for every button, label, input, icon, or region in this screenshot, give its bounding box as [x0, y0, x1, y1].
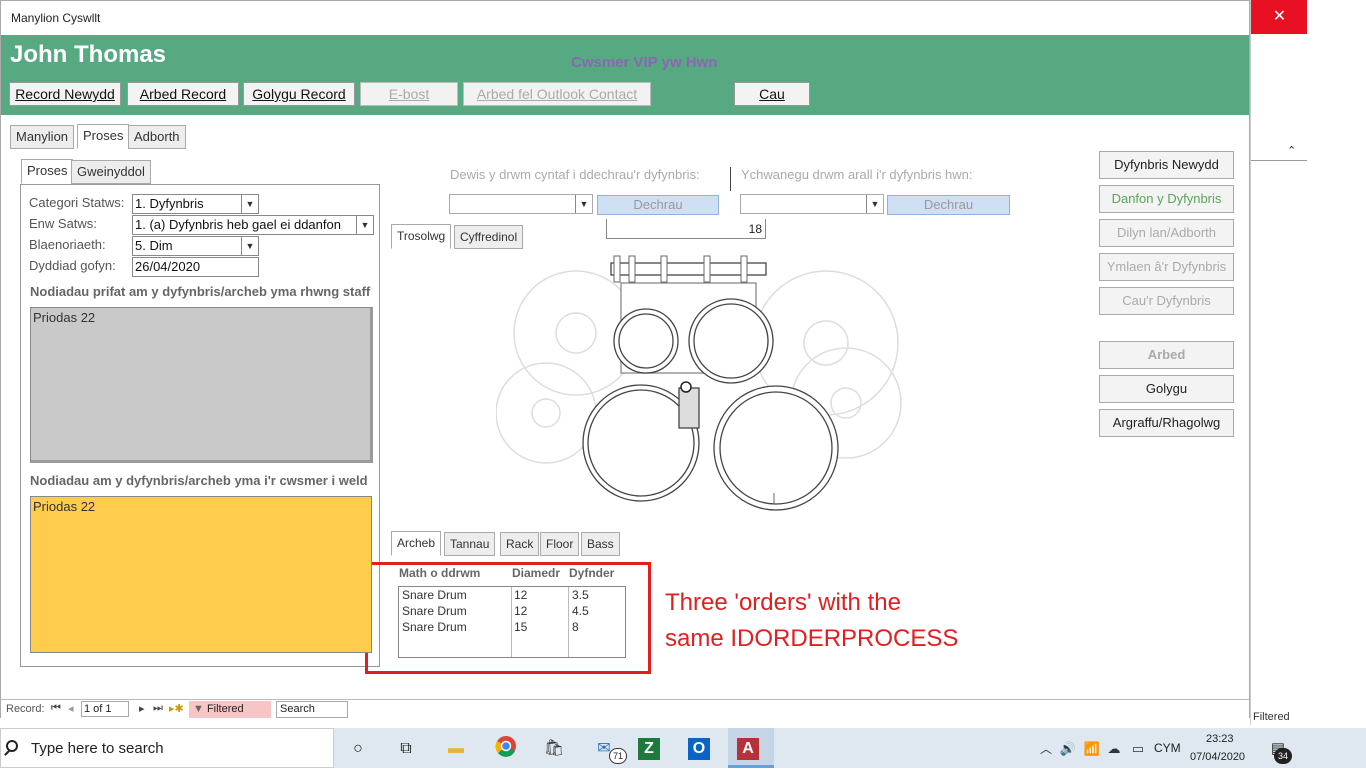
status-name-select[interactable]: 1. (a) Dyfynbris heb gael ei ddanfon ▼ — [132, 215, 374, 235]
header-bar: John Thomas Cwsmer VIP yw Hwn Record New… — [1, 35, 1249, 115]
window-title: Manylion Cyswllt — [1, 1, 1249, 35]
previous-record-icon[interactable]: ◂ — [68, 702, 74, 715]
start-button[interactable]: Dechrau — [597, 195, 719, 215]
background-filtered-label: Filtered — [1253, 711, 1290, 723]
tab-floor[interactable]: Floor — [540, 532, 580, 556]
priority-select[interactable]: 5. Dim ▼ — [132, 236, 259, 256]
divider — [730, 167, 731, 191]
language-indicator[interactable]: CYM — [1154, 741, 1181, 755]
status-name-value: 1. (a) Dyfynbris heb gael ei ddanfon — [135, 217, 341, 232]
last-record-icon[interactable]: ⏭ — [153, 702, 163, 715]
next-record-icon[interactable]: ▸ — [139, 702, 145, 715]
customer-name: John Thomas — [10, 41, 167, 68]
private-notes-field[interactable]: Priodas 22 — [30, 307, 373, 463]
new-record-icon[interactable]: ▸✱ — [169, 702, 184, 715]
add-drum-label: Ychwanegu drwm arall i'r dyfynbris hwn: — [741, 167, 973, 182]
send-quote-button[interactable]: Danfon y Dyfynbris — [1099, 185, 1234, 213]
battery-icon[interactable]: ▭ — [1124, 735, 1152, 763]
chevron-down-icon[interactable]: ▼ — [241, 237, 258, 255]
mail-badge: 71 — [609, 748, 627, 764]
clock-time[interactable]: 23:23 — [1206, 733, 1234, 745]
tab-archeb[interactable]: Archeb — [391, 531, 442, 556]
start-button-2[interactable]: Dechrau — [887, 195, 1010, 215]
tab-cyffredinol[interactable]: Cyffredinol — [454, 225, 524, 249]
chevron-down-icon[interactable]: ▼ — [575, 195, 592, 213]
cortana-icon[interactable]: ○ — [344, 735, 372, 763]
annotation-text: Three 'orders' with the same IDORDERPROC… — [665, 585, 958, 657]
save-button[interactable]: Arbed — [1099, 341, 1234, 369]
tab-proses[interactable]: Proses — [77, 124, 130, 149]
subtab-proses[interactable]: Proses — [21, 159, 74, 184]
customer-notes-title: Nodiadau am y dyfynbris/archeb yma i'r c… — [30, 473, 368, 488]
notification-count: 34 — [1274, 748, 1292, 764]
close-quote-button[interactable]: Cau'r Dyfynbris — [1099, 287, 1234, 315]
drum-kit-illustration — [496, 255, 902, 511]
filtered-label: Filtered — [206, 703, 244, 715]
status-category-label: Categori Statws: — [29, 195, 125, 210]
tab-trosolwg[interactable]: Trosolwg — [391, 224, 452, 249]
contact-details-window: Manylion Cyswllt John Thomas Cwsmer VIP … — [0, 0, 1250, 718]
file-explorer-icon[interactable]: ▬ — [442, 735, 470, 763]
status-category-value: 1. Dyfynbris — [135, 196, 204, 211]
record-position-field[interactable]: 1 of 1 — [81, 701, 129, 717]
close-button[interactable]: Cau — [734, 82, 810, 106]
status-category-select[interactable]: 1. Dyfynbris ▼ — [132, 194, 259, 214]
date-label: Dyddiad gofyn: — [29, 258, 116, 273]
taskbar-search-input[interactable]: Type here to search — [0, 728, 334, 768]
background-close-icon[interactable]: ✕ — [1251, 0, 1308, 34]
edit-button[interactable]: Golygu — [1099, 375, 1234, 403]
tab-manylion[interactable]: Manylion — [10, 125, 75, 149]
customer-notes-field[interactable]: Priodas 22 — [30, 496, 372, 653]
chevron-down-icon[interactable]: ▼ — [356, 216, 373, 234]
record-navigation-bar: Record: ⏮ ◂ 1 of 1 ▸ ⏭ ▸✱ ▼ Filtered Sea… — [1, 699, 1249, 718]
choose-drum-label: Dewis y drwm cyntaf i ddechrau'r dyfynbr… — [450, 167, 700, 182]
record-label: Record: — [6, 703, 45, 715]
vip-label: Cwsmer VIP yw Hwn — [571, 54, 718, 71]
extend-quote-button[interactable]: Ymlaen â'r Dyfynbris — [1099, 253, 1234, 281]
filter-icon: ▼ — [193, 703, 204, 715]
save-outlook-contact-button[interactable]: Arbed fel Outlook Contact — [463, 82, 651, 106]
chevron-down-icon[interactable]: ▼ — [866, 195, 883, 213]
chrome-icon[interactable] — [492, 735, 520, 763]
tab-tannau[interactable]: Tannau — [444, 532, 496, 556]
save-record-button[interactable]: Arbed Record — [127, 82, 239, 106]
subtab-gweinyddol[interactable]: Gweinyddol — [71, 160, 151, 184]
private-notes-title: Nodiadau prifat am y dyfynbris/archeb ym… — [30, 284, 371, 299]
print-preview-button[interactable]: Argraffu/Rhagolwg — [1099, 409, 1234, 437]
tab-adborth[interactable]: Adborth — [128, 125, 186, 149]
green-z-icon[interactable]: Z — [638, 738, 660, 760]
email-button[interactable]: E-bost — [360, 82, 458, 106]
first-record-icon[interactable]: ⏮ — [51, 702, 61, 715]
taskbar-search-placeholder: Type here to search — [31, 740, 164, 757]
new-quote-button[interactable]: Dyfynbris Newydd — [1099, 151, 1234, 179]
filtered-toggle[interactable]: ▼ Filtered — [189, 701, 271, 718]
priority-label: Blaenoriaeth: — [29, 237, 106, 252]
new-record-button[interactable]: Record Newydd — [9, 82, 121, 106]
annotation-line-2: same IDORDERPROCESS — [665, 625, 959, 652]
search-field[interactable]: Search — [276, 701, 348, 718]
outlook-icon[interactable]: O — [688, 738, 710, 760]
edit-record-button[interactable]: Golygu Record — [243, 82, 355, 106]
chevron-down-icon[interactable]: ▼ — [241, 195, 258, 213]
drum-count-field[interactable]: 18 — [606, 219, 766, 239]
desktop-strip — [1307, 0, 1366, 728]
annotation-line-1: Three 'orders' with the — [665, 589, 901, 616]
background-window: ✕ ⌃ Filtered — [1250, 0, 1308, 725]
follow-up-button[interactable]: Dilyn lan/Adborth — [1099, 219, 1234, 247]
date-field[interactable]: 26/04/2020 — [132, 257, 259, 277]
tab-rack[interactable]: Rack — [500, 532, 540, 556]
scroll-up-icon[interactable]: ⌃ — [1287, 144, 1296, 157]
store-icon[interactable]: 🛍 — [540, 735, 568, 763]
divider — [1251, 160, 1308, 161]
tab-bass[interactable]: Bass — [581, 532, 620, 556]
clock-date[interactable]: 07/04/2020 — [1190, 751, 1245, 763]
access-icon[interactable]: A — [737, 738, 759, 760]
task-view-icon[interactable]: ⧉ — [392, 735, 420, 763]
chrome-logo — [495, 736, 516, 757]
priority-value: 5. Dim — [135, 238, 173, 253]
first-drum-select[interactable]: ▼ — [449, 194, 593, 214]
add-drum-select[interactable]: ▼ — [740, 194, 884, 214]
status-name-label: Enw Satws: — [29, 216, 97, 231]
annotation-box — [365, 562, 651, 674]
